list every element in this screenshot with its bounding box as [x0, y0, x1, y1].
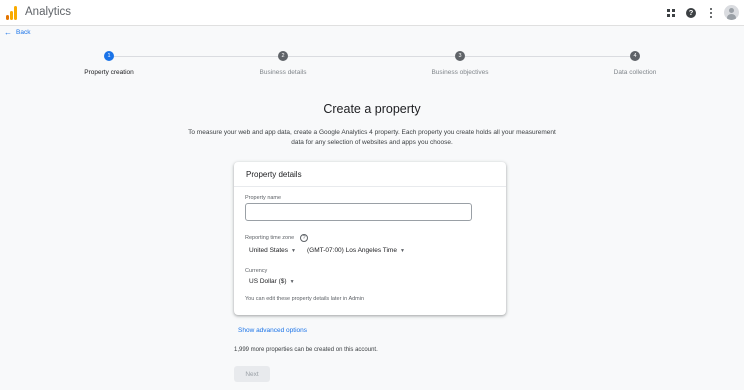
apps-grid-icon[interactable] — [667, 9, 675, 17]
property-quota-text: 1,999 more properties can be created on … — [234, 347, 378, 353]
setup-stepper: 1 2 3 4 Property creation Business detai… — [0, 51, 744, 81]
property-details-card: Property details Property name Reporting… — [234, 162, 506, 315]
page-title: Create a property — [323, 102, 421, 116]
arrow-back-icon: ← — [4, 28, 12, 37]
dropdown-arrow-icon: ▼ — [291, 247, 296, 254]
avatar[interactable] — [724, 5, 739, 20]
card-title: Property details — [246, 170, 302, 179]
next-button[interactable]: Next — [234, 366, 270, 382]
step-connector — [465, 56, 630, 57]
page-description: To measure your web and app data, create… — [188, 129, 556, 146]
show-advanced-options-link[interactable]: Show advanced options — [238, 327, 307, 334]
country-select[interactable]: United States ▼ — [249, 247, 296, 254]
currency-select[interactable]: US Dollar ($) ▼ — [249, 278, 295, 285]
step-3-indicator: 3 — [455, 51, 465, 61]
property-name-label: Property name — [245, 195, 282, 201]
step-2-indicator: 2 — [278, 51, 288, 61]
step-connector — [288, 56, 455, 57]
back-link[interactable]: ← Back — [4, 28, 30, 37]
more-vert-icon[interactable] — [710, 8, 713, 18]
step-4-indicator: 4 — [630, 51, 640, 61]
timezone-value: (GMT-07:00) Los Angeles Time — [307, 247, 397, 254]
logo-bar-tall — [14, 6, 17, 20]
back-label: Back — [16, 29, 31, 36]
app-title[interactable]: Analytics — [25, 6, 71, 18]
logo-bar-mid — [10, 11, 13, 20]
country-value: United States — [249, 247, 289, 254]
step-3-label: Business objectives — [431, 69, 489, 76]
property-name-input[interactable] — [245, 203, 472, 221]
edit-later-hint: You can edit these property details late… — [245, 296, 365, 302]
step-1-label: Property creation — [84, 69, 134, 76]
card-divider — [234, 186, 506, 187]
timezone-label: Reporting time zone — [245, 235, 295, 241]
help-outline-icon[interactable]: ? — [300, 234, 308, 242]
step-4-label: Data collection — [613, 69, 657, 76]
dropdown-arrow-icon: ▼ — [399, 247, 405, 254]
currency-value: US Dollar ($) — [249, 278, 287, 285]
analytics-logo-icon[interactable] — [6, 6, 18, 20]
step-2-label: Business details — [259, 69, 307, 76]
step-connector — [114, 56, 278, 57]
help-icon[interactable]: ? — [686, 8, 696, 18]
logo-bar-short — [6, 15, 9, 20]
top-app-bar: Analytics ? — [0, 0, 744, 26]
dropdown-arrow-icon: ▼ — [289, 278, 295, 285]
timezone-select[interactable]: (GMT-07:00) Los Angeles Time ▼ — [307, 247, 405, 254]
currency-label: Currency — [245, 268, 268, 274]
step-1-indicator: 1 — [104, 51, 114, 61]
